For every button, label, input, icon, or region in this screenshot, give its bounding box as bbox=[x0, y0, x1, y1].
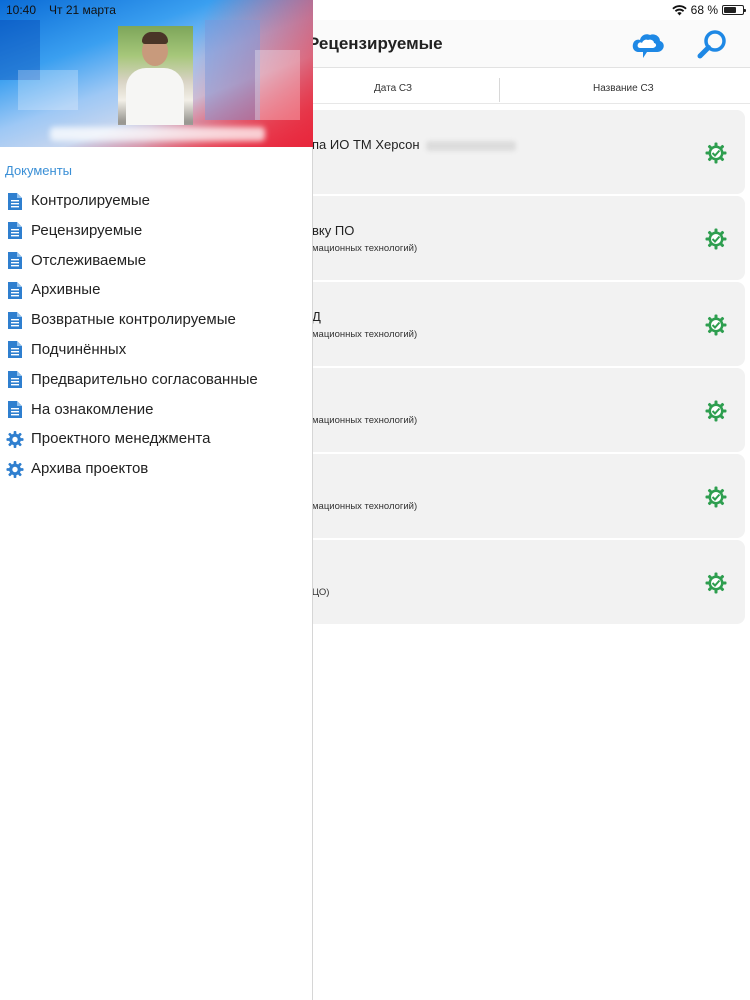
document-subtitle: мационных технологий) bbox=[312, 415, 418, 426]
menu-item-label: Контролируемые bbox=[31, 192, 151, 209]
document-title: вку ПО bbox=[312, 223, 355, 238]
menu-item-preapproved[interactable]: Предварительно согласованные bbox=[0, 366, 313, 396]
wifi-icon bbox=[671, 4, 687, 15]
menu-item-tracked[interactable]: Отслеживаемые bbox=[0, 247, 313, 277]
menu-item-subordinates[interactable]: Подчинённых bbox=[0, 336, 313, 366]
document-icon bbox=[6, 191, 24, 211]
document-icon bbox=[6, 310, 24, 330]
app-screen: Рецензируемые Дата СЗ Название СЗ па ИО … bbox=[0, 0, 750, 1000]
check-gear-icon bbox=[705, 314, 727, 336]
drawer-menu: Контролируемые Рецензируемые Отслеживаем… bbox=[0, 187, 313, 485]
chat-cloud-icon bbox=[632, 34, 664, 58]
battery-icon bbox=[722, 5, 746, 15]
gear-icon bbox=[6, 459, 24, 479]
status-time: 10:40 bbox=[6, 3, 37, 17]
menu-item-project-management[interactable]: Проектного менеджмента bbox=[0, 425, 313, 455]
document-subtitle: мационных технологий) bbox=[312, 501, 418, 512]
side-drawer: Документы Контролируемые Рецензируемые О… bbox=[0, 0, 313, 1000]
check-gear-icon bbox=[705, 572, 727, 594]
avatar-body bbox=[126, 68, 184, 125]
menu-item-label: Архивные bbox=[31, 281, 101, 299]
sort-by-name-button[interactable]: Название СЗ bbox=[593, 83, 654, 94]
menu-item-project-archive[interactable]: Архива проектов bbox=[0, 455, 313, 485]
document-title: Д bbox=[312, 309, 321, 324]
document-subtitle: ЦО) bbox=[312, 587, 330, 598]
avatar-hair bbox=[142, 32, 168, 44]
menu-item-label: На ознакомление bbox=[31, 400, 154, 418]
battery-percent: 68 % bbox=[690, 3, 718, 17]
document-subtitle: мационных технологий) bbox=[312, 329, 418, 340]
user-name-redacted bbox=[50, 127, 265, 141]
check-gear-icon bbox=[705, 400, 727, 422]
menu-item-label: Подчинённых bbox=[31, 340, 127, 358]
page-title: Рецензируемые bbox=[308, 34, 443, 53]
menu-item-controlled[interactable]: Контролируемые bbox=[0, 187, 313, 217]
document-icon bbox=[6, 221, 24, 241]
sort-by-date-button[interactable]: Дата СЗ bbox=[374, 83, 412, 94]
menu-section-title: Документы bbox=[5, 163, 73, 178]
document-card[interactable]: па ИО ТМ Херсон bbox=[250, 110, 745, 194]
status-bar: 10:40 Чт 21 марта 68 % bbox=[0, 0, 750, 20]
menu-item-label: Рецензируемые bbox=[31, 221, 143, 239]
menu-item-label: Отслеживаемые bbox=[31, 251, 147, 269]
profile-header bbox=[0, 0, 313, 147]
gear-icon bbox=[6, 429, 24, 449]
battery-level bbox=[724, 7, 737, 13]
header-decoration bbox=[18, 70, 78, 110]
avatar[interactable] bbox=[118, 26, 193, 125]
status-indicators: 68 % bbox=[671, 3, 746, 17]
document-icon bbox=[6, 400, 24, 420]
menu-item-label: Архива проектов bbox=[31, 460, 149, 478]
header-decoration bbox=[205, 20, 260, 120]
document-title: па ИО ТМ Херсон bbox=[312, 137, 516, 152]
menu-item-returned-controlled[interactable]: Возвратные контролируемые bbox=[0, 306, 313, 336]
document-card[interactable]: ЦО) bbox=[250, 540, 745, 624]
menu-item-archived[interactable]: Архивные bbox=[0, 276, 313, 306]
menu-item-label: Проектного менеджмента bbox=[31, 430, 211, 448]
search-icon bbox=[697, 30, 726, 59]
menu-item-for-review[interactable]: На ознакомление bbox=[0, 396, 313, 426]
sort-divider bbox=[499, 78, 500, 102]
document-icon bbox=[6, 251, 24, 271]
document-card[interactable]: мационных технологий) bbox=[250, 368, 745, 452]
search-button[interactable] bbox=[694, 28, 730, 62]
redacted-text bbox=[425, 140, 516, 151]
menu-item-label: Возвратные контролируемые bbox=[31, 311, 236, 329]
document-subtitle: мационных технологий) bbox=[312, 243, 418, 254]
check-gear-icon bbox=[705, 486, 727, 508]
menu-item-label: Предварительно согласованные bbox=[31, 370, 258, 388]
document-card[interactable]: мационных технологий) bbox=[250, 454, 745, 538]
menu-item-reviewed[interactable]: Рецензируемые bbox=[0, 217, 313, 247]
chat-button[interactable] bbox=[630, 28, 666, 62]
document-icon bbox=[6, 370, 24, 390]
document-icon bbox=[6, 340, 24, 360]
check-gear-icon bbox=[705, 142, 727, 164]
check-gear-icon bbox=[705, 228, 727, 250]
document-icon bbox=[6, 280, 24, 300]
status-date: Чт 21 марта bbox=[49, 3, 116, 17]
document-card[interactable]: вку ПО мационных технологий) bbox=[250, 196, 745, 280]
header-decoration bbox=[255, 50, 300, 120]
document-card[interactable]: Д мационных технологий) bbox=[250, 282, 745, 366]
